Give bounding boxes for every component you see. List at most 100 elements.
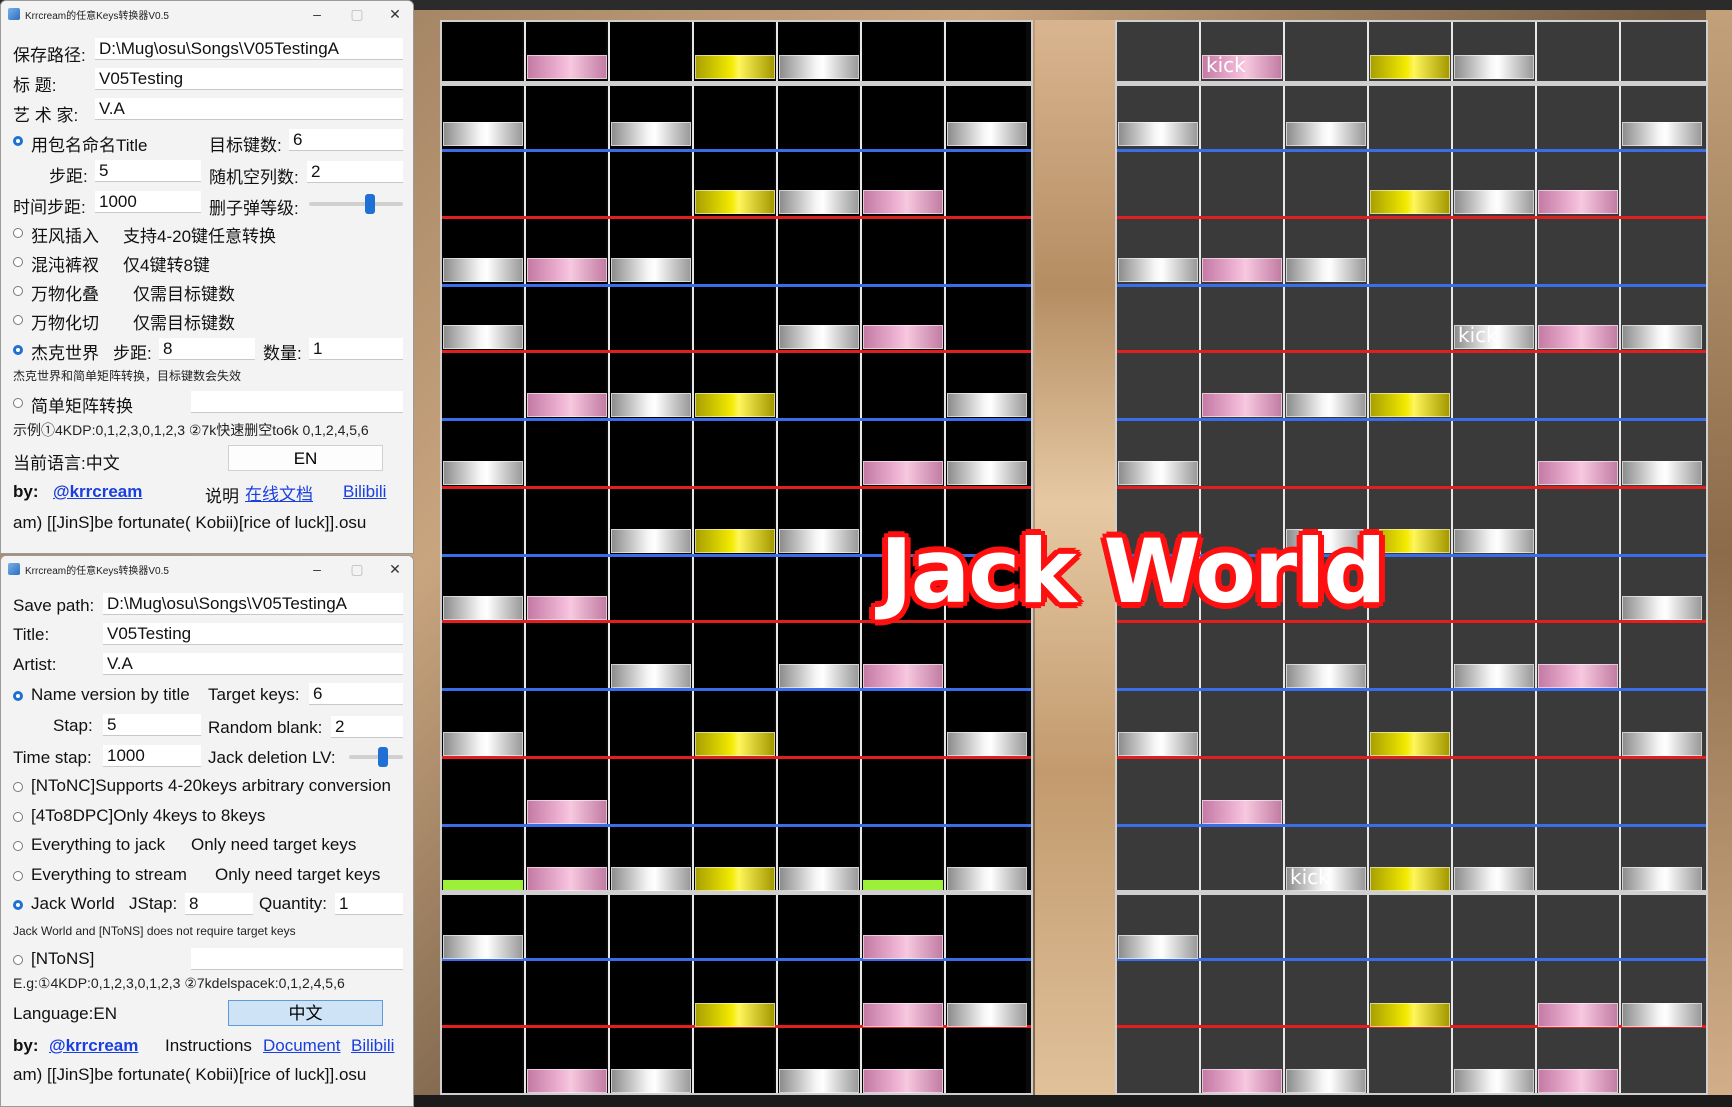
jack-deletion-slider-thumb[interactable] [378,747,388,767]
target-keys-input[interactable]: 6 [289,129,403,151]
note [863,325,943,349]
artist-input[interactable]: V.A [103,653,403,675]
kick-label: kick [1206,53,1246,77]
save-path-input[interactable]: D:\Mug\osu\Songs\V05TestingA [103,593,403,615]
matrix-input[interactable] [191,391,403,413]
opt2-radio[interactable] [13,812,23,822]
beat-line [442,216,1031,219]
opt1-radio[interactable] [13,782,23,792]
time-step-label: 时间步距: [13,198,86,217]
save-path-input[interactable]: D:\Mug\osu\Songs\V05TestingA [95,38,403,60]
note [1118,935,1198,959]
note [443,122,523,146]
random-blank-input[interactable]: 2 [307,161,403,183]
note [779,1069,859,1093]
author-link[interactable]: @krrcream [53,482,142,502]
target-keys-input[interactable]: 6 [309,683,403,705]
opt6-radio[interactable] [13,955,23,965]
beat-line [1117,418,1706,421]
target-keys-label: 目标键数: [209,136,282,155]
maximize-icon[interactable]: ▢ [337,556,377,582]
window-title: Krrcream的任意Keys转换器V0.5 [25,10,169,22]
beat-line [442,149,1031,152]
step-input[interactable]: 5 [103,714,201,736]
by-label: by: [13,1036,39,1055]
note [443,935,523,959]
note [1454,664,1534,688]
opt3-label: Everything to jack [31,835,166,854]
opt4-radio[interactable] [13,871,23,881]
note [443,732,523,756]
language-button[interactable]: EN [228,445,383,471]
step-input[interactable]: 5 [95,160,201,182]
opt5-radio[interactable] [13,345,23,355]
jstep-input[interactable]: 8 [185,893,253,915]
random-blank-input[interactable]: 2 [331,716,403,738]
opt3-radio[interactable] [13,286,23,296]
lane-column [1535,22,1617,1093]
note [695,1003,775,1027]
close-icon[interactable]: ✕ [375,556,413,582]
qty-input[interactable]: 1 [309,338,403,360]
minimize-icon[interactable]: – [297,556,337,582]
opt5-radio[interactable] [13,900,23,910]
doc-link[interactable]: Document [263,1036,340,1056]
jstep-label: JStap: [129,894,178,913]
note [1286,258,1366,282]
jack-deletion-slider[interactable] [349,755,403,759]
beat-line [1117,284,1706,287]
note [1286,1069,1366,1093]
opt3-radio[interactable] [13,841,23,851]
jack-world-overlay-title: Jack World [878,518,1388,625]
opt6-radio[interactable] [13,398,23,408]
beat-line [1117,149,1706,152]
matrix-input[interactable] [191,948,403,970]
artist-input[interactable]: V.A [95,98,403,120]
bilibili-link[interactable]: Bilibili [343,482,386,502]
note [1370,190,1450,214]
opt2-radio[interactable] [13,257,23,267]
note [527,596,607,620]
lane-column [608,22,690,1093]
note [611,529,691,553]
title-input[interactable]: V05Testing [103,623,403,645]
note [1370,732,1450,756]
minimize-icon[interactable]: – [297,1,337,27]
opt4-radio[interactable] [13,315,23,325]
note [527,258,607,282]
note [1454,190,1534,214]
note [527,1069,607,1093]
save-path-label: Save path: [13,596,95,615]
doc-link[interactable]: 在线文档 [245,480,313,505]
file-name: am) [[JinS]be fortunate( Kobii)[rice of … [13,1065,367,1084]
opt1-radio[interactable] [13,228,23,238]
language-button[interactable]: 中文 [228,1000,383,1026]
maximize-icon[interactable]: ▢ [337,1,377,27]
name-by-title-radio[interactable] [13,691,23,701]
note [1538,190,1618,214]
app-icon [8,563,20,575]
bilibili-link[interactable]: Bilibili [351,1036,394,1056]
artist-label: Artist: [13,655,57,674]
note [443,461,523,485]
opt1-label: [NToNC]Supports 4-20keys arbitrary conve… [31,776,391,795]
time-step-input[interactable]: 1000 [103,745,201,767]
time-step-label: Time stap: [13,748,92,767]
random-blank-label: Random blank: [208,718,323,737]
beat-line [442,688,1031,691]
beat-line [1117,824,1706,827]
jack-deletion-slider[interactable] [309,202,403,206]
title-label: 标 题: [13,76,57,95]
qty-input[interactable]: 1 [335,893,403,915]
converter-window-cn: Krrcream的任意Keys转换器V0.5 – ▢ ✕ 保存路径: D:\Mu… [0,0,414,554]
artist-label: 艺 术 家: [13,106,79,125]
title-input[interactable]: V05Testing [95,68,403,90]
author-link[interactable]: @krrcream [49,1036,138,1056]
beat-line [442,418,1031,421]
close-icon[interactable]: ✕ [375,1,413,27]
jack-deletion-slider-thumb[interactable] [365,194,375,214]
note [1286,664,1366,688]
time-step-input[interactable]: 1000 [95,191,201,213]
name-by-title-radio[interactable] [13,136,23,146]
jstep-input[interactable]: 8 [159,338,255,360]
